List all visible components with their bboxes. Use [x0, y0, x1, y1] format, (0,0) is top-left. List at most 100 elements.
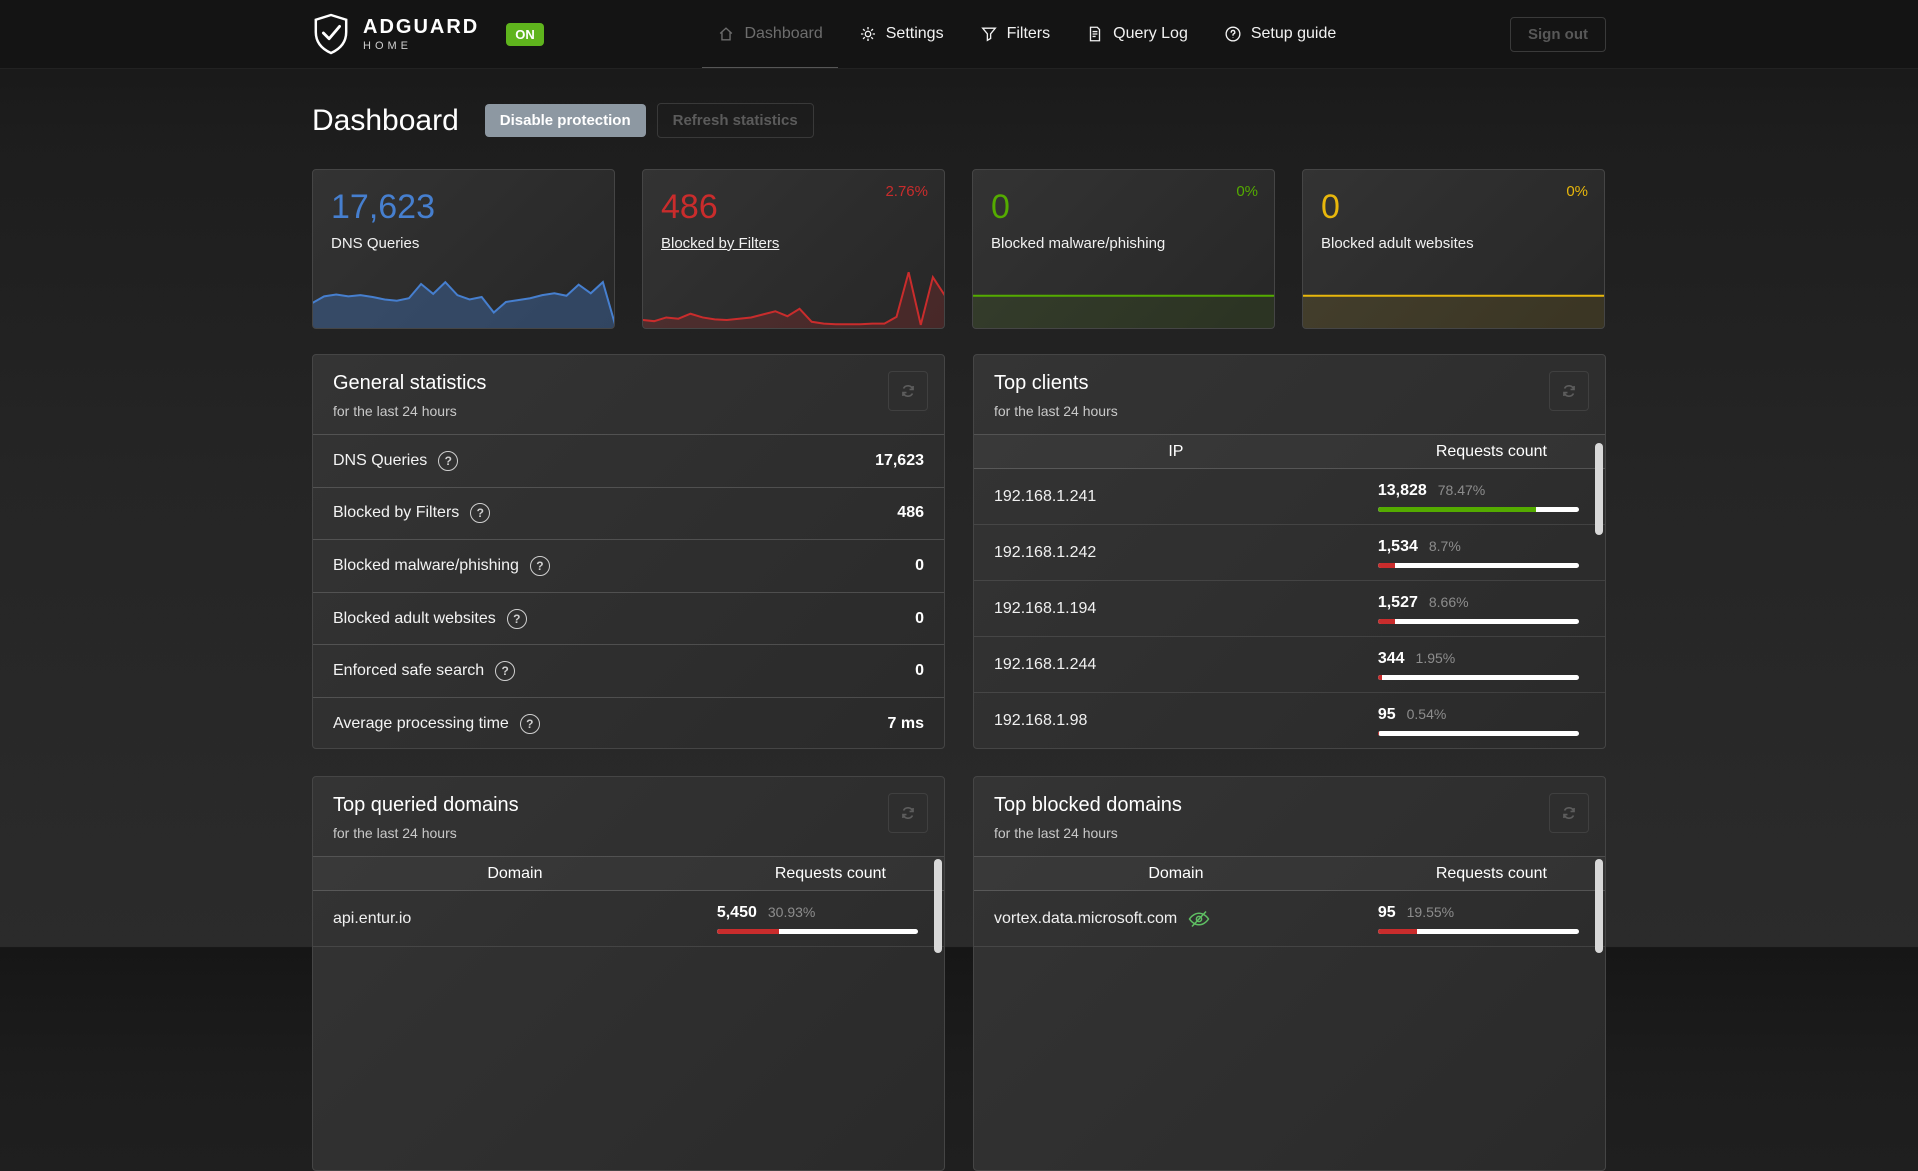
top-nav: ADGUARD HOME ON Dashboard Settings Filte… — [0, 0, 1918, 68]
disable-protection-button[interactable]: Disable protection — [484, 104, 646, 137]
row-value: 0 — [915, 662, 924, 680]
table-scrollbar-thumb[interactable] — [1595, 859, 1603, 953]
card-title: Top blocked domains — [994, 794, 1182, 816]
blocked-adult-sparkline — [1303, 266, 1604, 328]
refresh-card-button[interactable] — [888, 793, 928, 833]
table-header: IP Requests count — [974, 435, 1605, 469]
table-row: Blocked malware/phishing? 0 — [313, 540, 944, 593]
request-count: 1,534 — [1377, 537, 1418, 555]
help-tooltip-icon[interactable]: ? — [495, 661, 516, 682]
row-label: Blocked malware/phishing — [333, 556, 519, 574]
request-percent: 8.7% — [1428, 537, 1461, 554]
domain-name: vortex.data.microsoft.com — [994, 909, 1178, 927]
stat-label[interactable]: DNS Queries — [331, 235, 419, 252]
stat-percent: 2.76% — [885, 183, 928, 200]
stat-label[interactable]: Blocked adult websites — [1321, 235, 1474, 252]
table-row: 192.168.1.241 13,828 78.47% — [974, 469, 1605, 525]
gear-icon — [860, 26, 875, 41]
brand[interactable]: ADGUARD HOME ON — [312, 0, 544, 68]
sign-out-button[interactable]: Sign out — [1510, 16, 1606, 52]
stat-value: 0 — [1321, 188, 1340, 226]
client-ip: 192.168.1.194 — [994, 599, 1097, 617]
page-head: Dashboard Disable protection Refresh sta… — [312, 103, 1606, 138]
table-scrollbar-thumb[interactable] — [1595, 443, 1603, 535]
column-header: Requests count — [774, 864, 886, 882]
row-label: DNS Queries — [333, 451, 428, 469]
request-percent: 8.66% — [1428, 593, 1469, 610]
refresh-card-button[interactable] — [1549, 371, 1589, 411]
nav-item-settings[interactable]: Settings — [844, 0, 959, 68]
column-header: IP — [1168, 442, 1184, 460]
card-subtitle: for the last 24 hours — [994, 403, 1118, 419]
nav-label: Query Log — [1113, 24, 1188, 42]
card-title: General statistics — [333, 372, 487, 394]
refresh-card-button[interactable] — [1549, 793, 1589, 833]
progress-bar — [1377, 674, 1579, 680]
card-subtitle: for the last 24 hours — [333, 403, 457, 419]
stat-percent: 0% — [1236, 183, 1258, 200]
request-count: 95 — [1377, 705, 1396, 723]
request-count: 5,450 — [716, 903, 757, 921]
help-tooltip-icon[interactable]: ? — [438, 450, 459, 471]
progress-bar — [1377, 928, 1579, 934]
help-tooltip-icon[interactable]: ? — [506, 608, 527, 629]
card-subtitle: for the last 24 hours — [333, 825, 457, 841]
help-tooltip-icon[interactable]: ? — [470, 503, 491, 524]
document-icon — [1089, 26, 1101, 41]
row-label: Enforced safe search — [333, 662, 485, 680]
home-icon — [720, 26, 733, 41]
domain-name: api.entur.io — [333, 909, 412, 927]
page-title: Dashboard — [312, 103, 459, 137]
progress-bar — [1377, 618, 1579, 624]
table-row: Blocked adult websites? 0 — [313, 593, 944, 646]
request-percent: 78.47% — [1437, 481, 1486, 498]
row-label: Blocked adult websites — [333, 609, 496, 627]
nav-item-filters[interactable]: Filters — [965, 0, 1066, 68]
refresh-icon — [902, 385, 914, 397]
nav-item-dashboard[interactable]: Dashboard — [702, 0, 838, 68]
request-percent: 1.95% — [1415, 649, 1456, 666]
top-blocked-domains-table: Domain Requests count vortex.data.micros… — [974, 856, 1605, 947]
progress-bar — [716, 928, 918, 934]
table-header: Domain Requests count — [313, 857, 944, 891]
blocked-malware-sparkline — [973, 266, 1274, 328]
help-tooltip-icon[interactable]: ? — [529, 555, 550, 576]
refresh-card-button[interactable] — [888, 371, 928, 411]
table-row: Blocked by Filters? 486 — [313, 488, 944, 541]
table-row: api.entur.io 5,450 30.93% — [313, 891, 944, 947]
nav-label: Filters — [1006, 24, 1051, 42]
table-header: Domain Requests count — [974, 857, 1605, 891]
refresh-icon — [902, 807, 914, 819]
progress-bar — [1377, 562, 1579, 568]
blocked-by-filters-sparkline — [643, 266, 944, 328]
table-scrollbar-thumb[interactable] — [934, 859, 942, 953]
nav-item-query-log[interactable]: Query Log — [1071, 0, 1203, 68]
table-row: 192.168.1.244 344 1.95% — [974, 637, 1605, 693]
nav-item-setup-guide[interactable]: Setup guide — [1209, 0, 1351, 68]
dns-queries-sparkline — [313, 266, 614, 328]
progress-bar — [1377, 730, 1579, 736]
brand-name: ADGUARD — [363, 15, 480, 38]
card-title: Top clients — [994, 372, 1089, 394]
stat-card-dns-queries: 17,623 DNS Queries — [312, 169, 615, 329]
top-queried-domains-card: Top queried domains for the last 24 hour… — [312, 776, 945, 1171]
request-count: 1,527 — [1377, 593, 1418, 611]
request-count: 13,828 — [1377, 481, 1427, 499]
brand-sub: HOME — [363, 39, 412, 52]
request-count: 344 — [1377, 649, 1405, 667]
stat-label[interactable]: Blocked by Filters — [661, 235, 779, 252]
refresh-statistics-button[interactable]: Refresh statistics — [656, 103, 814, 138]
help-tooltip-icon[interactable]: ? — [519, 714, 540, 735]
row-value: 0 — [915, 609, 924, 627]
stat-label[interactable]: Blocked malware/phishing — [991, 235, 1165, 252]
main-menu: Dashboard Settings Filters Query Log Set… — [544, 0, 1510, 68]
stat-value: 17,623 — [331, 188, 435, 226]
top-blocked-domains-card: Top blocked domains for the last 24 hour… — [973, 776, 1606, 1171]
column-header: Requests count — [1435, 864, 1547, 882]
table-row: Enforced safe search? 0 — [313, 645, 944, 698]
stat-cards-row: 17,623 DNS Queries 2.76% 486 Blocked by … — [312, 169, 1606, 329]
card-title: Top queried domains — [333, 794, 519, 816]
column-header: Requests count — [1435, 442, 1547, 460]
stat-card-blocked-by-filters: 2.76% 486 Blocked by Filters — [642, 169, 945, 329]
stat-card-blocked-malware: 0% 0 Blocked malware/phishing — [972, 169, 1275, 329]
